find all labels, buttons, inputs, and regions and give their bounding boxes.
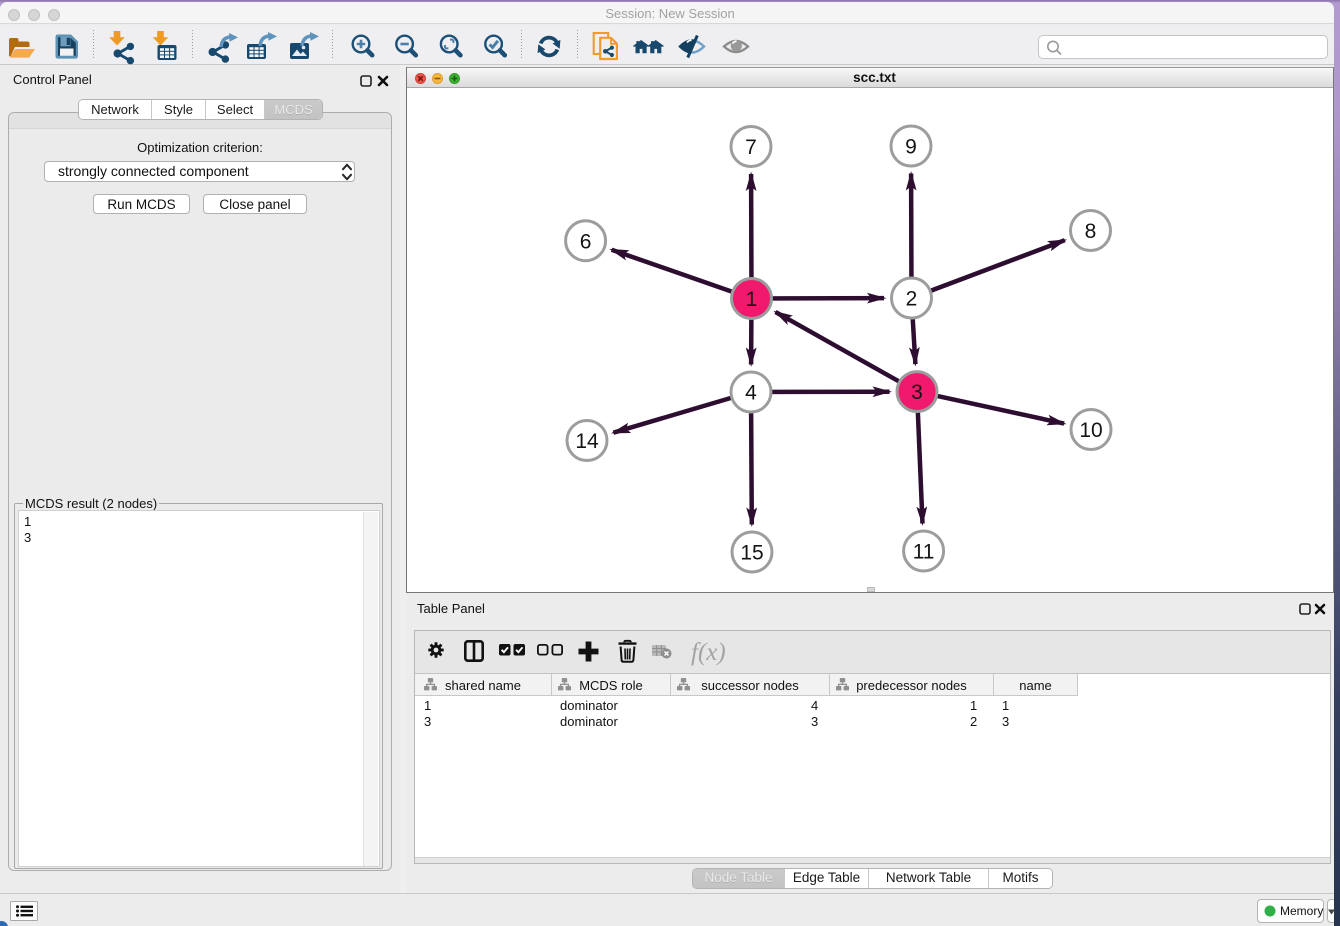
svg-text:2: 2 [906, 288, 918, 311]
svg-text:3: 3 [911, 381, 923, 404]
svg-text:9: 9 [905, 136, 917, 159]
svg-text:4: 4 [745, 382, 757, 405]
svg-text:7: 7 [745, 136, 757, 159]
svg-text:1: 1 [746, 288, 758, 311]
svg-text:f(x): f(x) [691, 639, 726, 666]
svg-text:11: 11 [913, 541, 935, 564]
svg-text:10: 10 [1079, 419, 1102, 442]
svg-text:14: 14 [575, 430, 599, 453]
svg-text:8: 8 [1085, 220, 1097, 243]
svg-text:15: 15 [740, 542, 763, 565]
svg-text:6: 6 [580, 230, 592, 253]
